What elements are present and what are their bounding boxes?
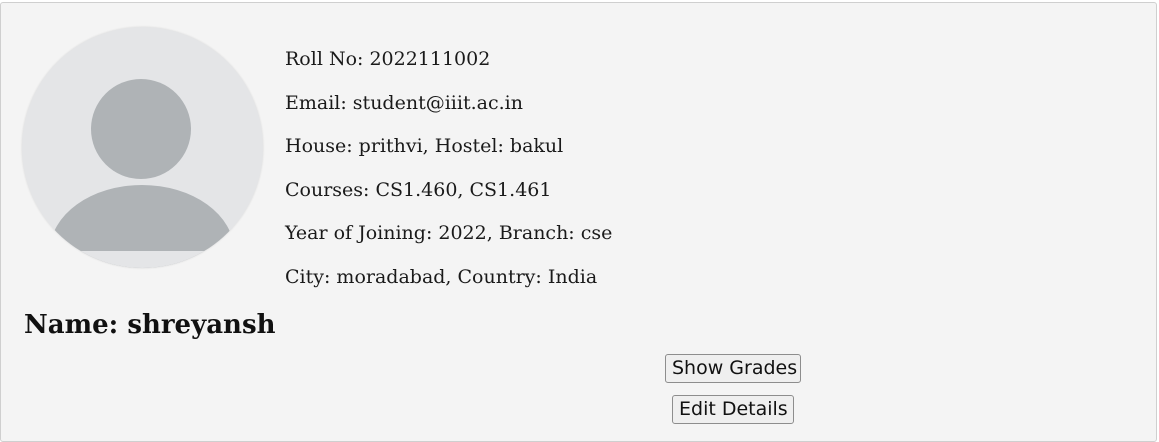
avatar-silhouette (22, 79, 263, 268)
default-user-avatar-icon (22, 27, 263, 268)
roll-number: Roll No: 2022111002 (285, 48, 491, 70)
student-name: Name: shreyansh (24, 310, 276, 340)
show-grades-button[interactable]: Show Grades (665, 354, 801, 383)
email: Email: student@iiit.ac.in (285, 91, 523, 114)
city-country: City: moradabad, Country: India (285, 265, 598, 288)
profile-card: Roll No: 2022111002 Email: student@iiit.… (0, 2, 1157, 442)
profile-details: Roll No: 2022111002 Email: student@iiit.… (285, 45, 612, 307)
edit-details-button[interactable]: Edit Details (672, 395, 794, 424)
house-hostel: House: prithvi, Hostel: bakul (285, 135, 564, 158)
year-branch: Year of Joining: 2022, Branch: cse (285, 222, 613, 245)
courses: Courses: CS1.460, CS1.461 (285, 178, 552, 201)
